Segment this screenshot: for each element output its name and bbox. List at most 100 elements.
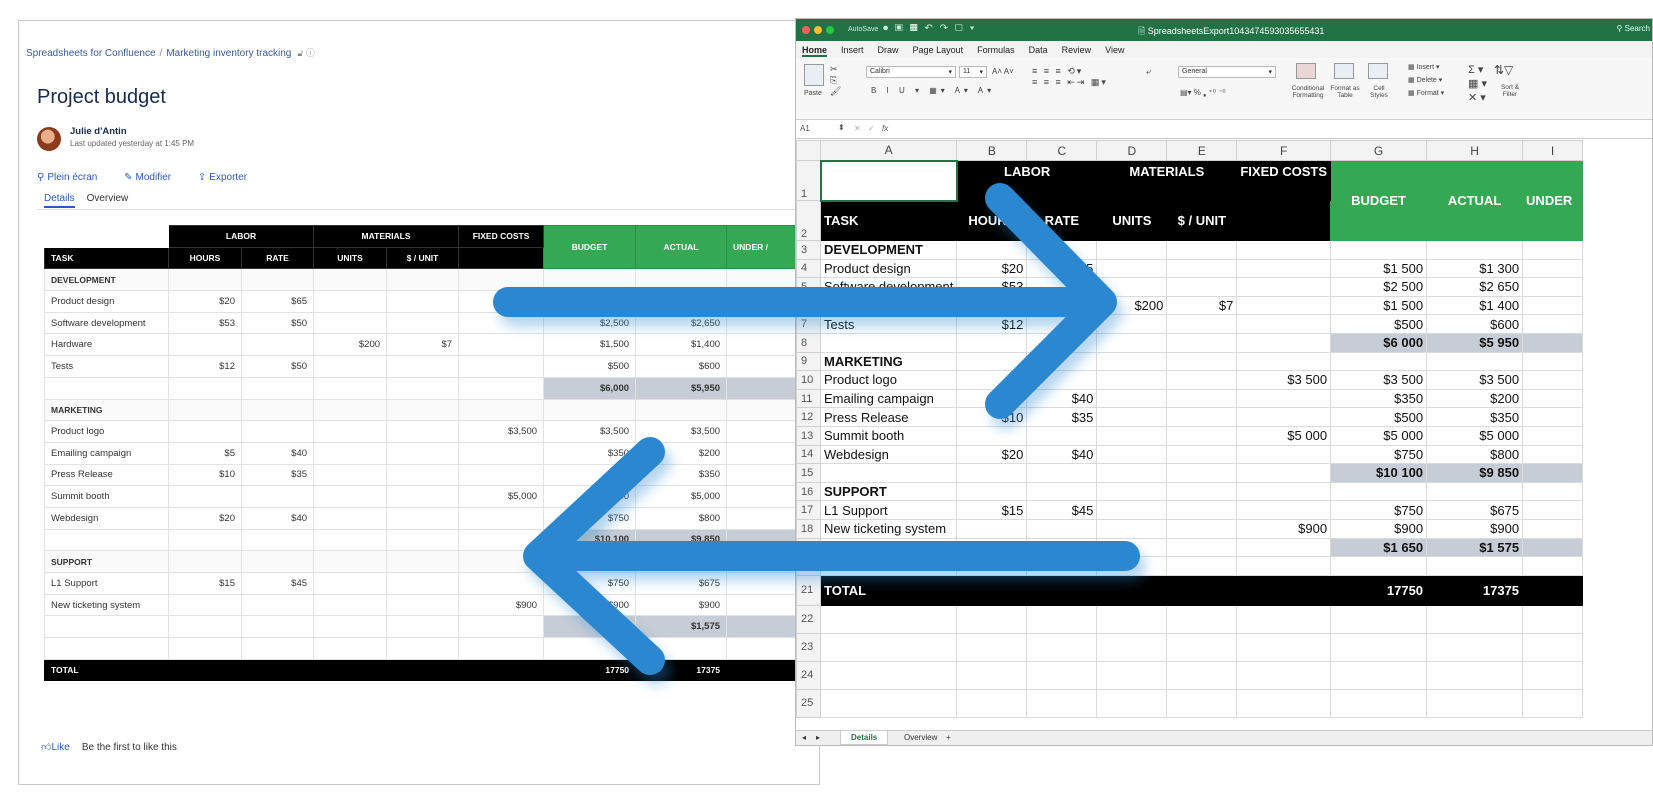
cell-h[interactable]: $2 650 bbox=[1426, 277, 1524, 297]
cell[interactable] bbox=[1426, 604, 1524, 634]
cell-c[interactable] bbox=[1026, 295, 1098, 316]
select-all-corner[interactable] bbox=[796, 140, 821, 161]
cell[interactable] bbox=[1426, 481, 1524, 502]
rate-cell[interactable] bbox=[240, 593, 315, 617]
hours-cell[interactable]: $12 bbox=[168, 355, 242, 378]
budget-cell[interactable]: $900 bbox=[543, 593, 637, 617]
number-format-buttons[interactable]: ▤▾ % ❟ ⁺⁰ ⁻⁰ bbox=[1180, 88, 1226, 98]
hours-cell[interactable]: $10 bbox=[168, 463, 242, 487]
subtotal-actual[interactable]: $1 575 bbox=[1426, 537, 1524, 558]
cell[interactable] bbox=[1330, 604, 1428, 634]
cell-d[interactable] bbox=[1096, 444, 1168, 465]
cell-styles-icon[interactable] bbox=[1368, 63, 1388, 79]
cell[interactable] bbox=[1096, 537, 1168, 558]
cell-i[interactable] bbox=[1522, 258, 1584, 279]
cell-e[interactable] bbox=[1166, 407, 1238, 427]
hours-cell[interactable] bbox=[168, 593, 242, 617]
row-header[interactable]: 23 bbox=[796, 632, 821, 662]
units-cell[interactable] bbox=[313, 485, 388, 508]
cell-c[interactable]: $35 bbox=[1026, 407, 1098, 427]
actual-cell[interactable]: $675 bbox=[635, 572, 728, 595]
author-avatar[interactable] bbox=[37, 127, 61, 151]
row-header[interactable]: 19 bbox=[796, 537, 821, 558]
cell-d[interactable] bbox=[1096, 425, 1168, 446]
cell-f[interactable] bbox=[1236, 258, 1332, 279]
cell[interactable] bbox=[386, 637, 460, 660]
subtotal-under[interactable] bbox=[1522, 537, 1584, 558]
cell[interactable] bbox=[240, 637, 315, 660]
cell-b[interactable]: $53 bbox=[956, 277, 1028, 297]
task-cell[interactable]: Product logo bbox=[819, 370, 958, 390]
subtotal-budget[interactable]: $10,100 bbox=[543, 528, 637, 552]
cell[interactable] bbox=[819, 537, 958, 558]
cell[interactable] bbox=[458, 658, 545, 682]
cell[interactable] bbox=[1522, 556, 1584, 576]
cell[interactable] bbox=[819, 463, 958, 483]
budget-cell[interactable]: $750 bbox=[543, 572, 637, 595]
row-header[interactable]: 10 bbox=[796, 370, 821, 390]
cell[interactable] bbox=[1026, 660, 1098, 690]
cell[interactable] bbox=[1330, 556, 1428, 576]
units-cell[interactable] bbox=[313, 420, 388, 443]
cell-f[interactable] bbox=[1236, 277, 1332, 297]
ribbon-tab-page-layout[interactable]: Page Layout bbox=[913, 45, 964, 55]
units-cell[interactable] bbox=[313, 290, 388, 313]
units-cell[interactable] bbox=[313, 311, 388, 335]
cell-b[interactable]: $12 bbox=[956, 314, 1028, 334]
cell[interactable] bbox=[956, 332, 1028, 353]
cell-c[interactable]: $45 bbox=[1026, 500, 1098, 520]
cell[interactable] bbox=[1166, 481, 1238, 502]
row-header[interactable]: 1 bbox=[796, 160, 821, 201]
cell[interactable] bbox=[458, 528, 545, 552]
cell[interactable] bbox=[1026, 351, 1098, 372]
function-icon[interactable]: fx bbox=[882, 124, 888, 133]
cell[interactable] bbox=[1026, 240, 1098, 260]
restrictions-lock-icon[interactable]: 🔓︎ ⓘ bbox=[297, 48, 314, 58]
hours-cell[interactable]: $15 bbox=[168, 572, 242, 595]
cell[interactable] bbox=[1166, 574, 1238, 606]
cell-i[interactable] bbox=[1522, 295, 1584, 316]
units-cell[interactable]: $200 bbox=[313, 333, 388, 357]
column-header-a[interactable]: A bbox=[819, 140, 958, 161]
task-cell[interactable]: L1 Support bbox=[819, 500, 958, 520]
cell[interactable] bbox=[635, 550, 728, 573]
cell[interactable] bbox=[240, 398, 315, 422]
cell-g[interactable]: $750 bbox=[1330, 500, 1428, 520]
cell-h[interactable]: $200 bbox=[1426, 388, 1524, 409]
cell[interactable] bbox=[1330, 351, 1428, 372]
per-unit-cell[interactable]: $7 bbox=[386, 333, 460, 357]
subtotal-actual[interactable]: $5,950 bbox=[635, 376, 728, 400]
cell[interactable] bbox=[1166, 240, 1238, 260]
cell-g[interactable]: $900 bbox=[1330, 518, 1428, 539]
ribbon-tab-insert[interactable]: Insert bbox=[841, 45, 864, 55]
cell[interactable] bbox=[168, 615, 242, 639]
fixed-cell[interactable] bbox=[458, 572, 545, 595]
row-header[interactable]: 25 bbox=[796, 688, 821, 718]
cell-e[interactable] bbox=[1166, 388, 1238, 409]
row-header[interactable]: 12 bbox=[796, 407, 821, 427]
budget-cell[interactable]: $2,500 bbox=[543, 311, 637, 335]
task-cell[interactable]: Webdesign bbox=[819, 444, 958, 465]
cell-g[interactable]: $750 bbox=[1330, 444, 1428, 465]
row-header[interactable]: 24 bbox=[796, 660, 821, 690]
cell[interactable] bbox=[1096, 556, 1168, 576]
edit-button[interactable]: ✎ Modifier bbox=[124, 172, 183, 183]
subtotal-actual[interactable]: $9 850 bbox=[1426, 463, 1524, 483]
cell-h[interactable]: $675 bbox=[1426, 500, 1524, 520]
total-label[interactable]: TOTAL bbox=[44, 658, 169, 682]
subtotal-actual[interactable]: $5 950 bbox=[1426, 332, 1524, 353]
cell[interactable] bbox=[1096, 463, 1168, 483]
total-actual[interactable]: 17375 bbox=[1426, 574, 1524, 606]
cell[interactable] bbox=[1522, 351, 1584, 372]
budget-cell[interactable]: $1,500 bbox=[543, 290, 637, 313]
cell-f[interactable] bbox=[1236, 295, 1332, 316]
autosum-icon[interactable]: Σ ▾ ▦ ▾ ✕ ▾ bbox=[1468, 63, 1487, 105]
rate-cell[interactable]: $35 bbox=[240, 463, 315, 487]
cell[interactable] bbox=[1236, 463, 1332, 483]
cell[interactable] bbox=[1236, 574, 1332, 606]
subtotal-budget[interactable]: $1,650 bbox=[543, 615, 637, 639]
author-name[interactable]: Julie d'Antin bbox=[70, 126, 127, 137]
cell[interactable] bbox=[1236, 351, 1332, 372]
budget-cell[interactable]: $750 bbox=[543, 506, 637, 530]
fixed-cell[interactable]: $5,000 bbox=[458, 485, 545, 508]
